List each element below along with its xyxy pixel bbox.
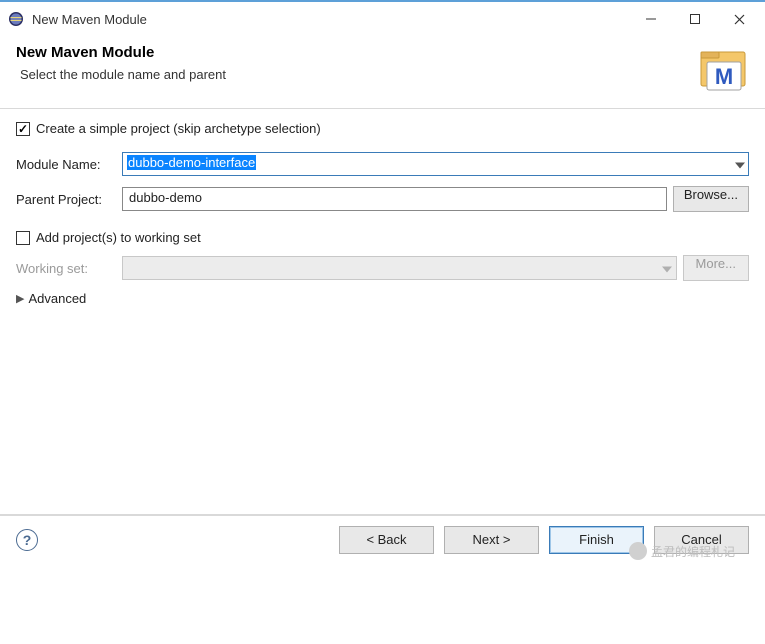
simple-project-label: Create a simple project (skip archetype …: [36, 121, 321, 136]
add-to-working-set-checkbox[interactable]: [16, 231, 30, 245]
maven-icon: M: [697, 44, 749, 96]
close-button[interactable]: [717, 4, 761, 34]
advanced-label: Advanced: [28, 291, 86, 306]
eclipse-icon: [8, 11, 24, 27]
page-subtitle: Select the module name and parent: [16, 67, 697, 82]
triangle-right-icon: ▶: [16, 292, 24, 305]
working-set-label: Working set:: [16, 261, 116, 276]
wizard-header: New Maven Module Select the module name …: [0, 36, 765, 108]
svg-text:M: M: [715, 64, 733, 89]
chevron-down-icon: [662, 261, 672, 276]
module-name-input[interactable]: dubbo-demo-interface: [122, 152, 749, 176]
parent-project-label: Parent Project:: [16, 192, 116, 207]
dialog-window: New Maven Module New Maven Module Select…: [0, 0, 765, 568]
maximize-button[interactable]: [673, 4, 717, 34]
wizard-content: Create a simple project (skip archetype …: [0, 109, 765, 514]
avatar-icon: [629, 542, 647, 560]
add-to-working-set-label: Add project(s) to working set: [36, 230, 201, 245]
browse-button[interactable]: Browse...: [673, 186, 749, 212]
help-icon[interactable]: ?: [16, 529, 38, 551]
minimize-button[interactable]: [629, 4, 673, 34]
next-button[interactable]: Next >: [444, 526, 539, 554]
advanced-expander[interactable]: ▶ Advanced: [16, 291, 749, 306]
watermark: 孟君的编程札记: [629, 542, 735, 560]
module-name-label: Module Name:: [16, 157, 116, 172]
more-button: More...: [683, 255, 749, 281]
simple-project-checkbox[interactable]: [16, 122, 30, 136]
parent-project-value: dubbo-demo: [129, 190, 202, 205]
parent-project-input[interactable]: dubbo-demo: [122, 187, 667, 211]
title-bar: New Maven Module: [0, 2, 765, 36]
module-name-value: dubbo-demo-interface: [127, 155, 256, 170]
back-button[interactable]: < Back: [339, 526, 434, 554]
working-set-combo: [122, 256, 677, 280]
window-title: New Maven Module: [32, 12, 629, 27]
page-title: New Maven Module: [16, 44, 697, 61]
watermark-text: 孟君的编程札记: [651, 543, 735, 560]
